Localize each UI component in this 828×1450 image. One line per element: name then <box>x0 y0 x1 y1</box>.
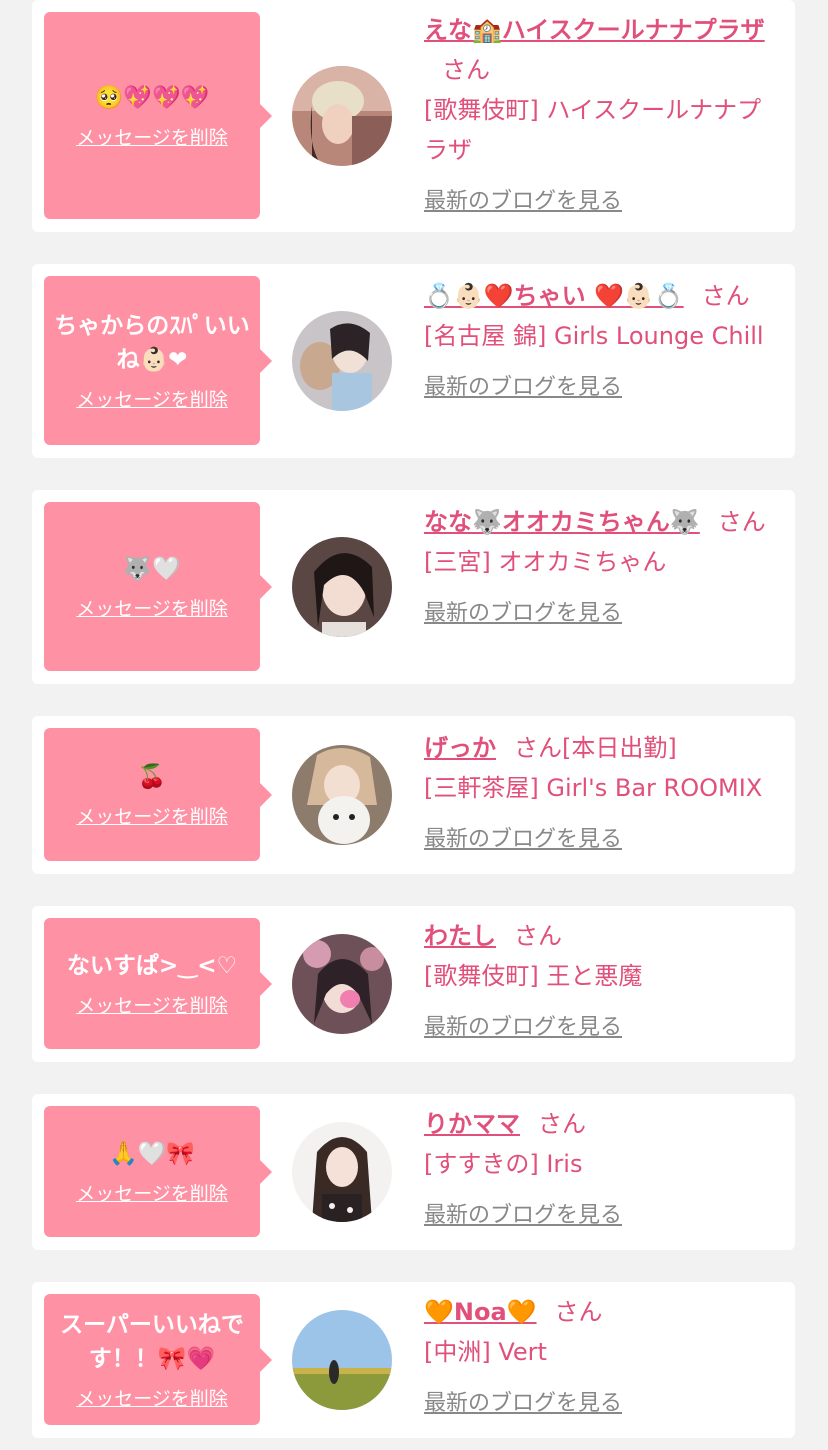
profile-info: 🧡Noa🧡 さん [中洲] Vert 最新のブログを見る <box>424 1292 784 1424</box>
message-bubble: 🐺🤍 メッセージを削除 <box>44 502 272 671</box>
shop-label: [歌舞伎町] 王と悪魔 <box>424 962 643 990</box>
latest-blog-link[interactable]: 最新のブログを見る <box>424 182 622 222</box>
shop-label: [三宮] オオカミちゃん <box>424 548 667 576</box>
message-text: 🙏🤍🎀 <box>109 1141 195 1167</box>
delete-message-link[interactable]: メッセージを削除 <box>76 802 228 829</box>
message-bubble: 🙏🤍🎀 メッセージを削除 <box>44 1106 272 1237</box>
honorific: さん <box>514 734 562 762</box>
profile-info: 💍👶🏻❤️ちゃい ❤️👶🏻💍 さん [名古屋 錦] Girls Lounge Ch… <box>424 276 784 408</box>
message-text: 🍒 <box>137 764 167 790</box>
honorific: さん <box>717 508 766 536</box>
profile-name-link[interactable]: 💍👶🏻❤️ちゃい ❤️👶🏻💍 <box>424 282 684 310</box>
profile-info: げっか さん[本日出勤] [三軒茶屋] Girl's Bar ROOMIX 最新の… <box>424 728 784 860</box>
avatar-photo-icon <box>292 537 392 637</box>
message-text: ちゃからのｽﾊﾟいいね👶🏻❤ <box>54 313 250 373</box>
profile-info: なな🐺オオカミちゃん🐺 さん [三宮] オオカミちゃん 最新のブログを見る <box>424 502 784 634</box>
delete-message-link[interactable]: メッセージを削除 <box>76 1179 228 1206</box>
latest-blog-link[interactable]: 最新のブログを見る <box>424 1384 622 1424</box>
avatar-photo-icon <box>292 1122 392 1222</box>
delete-message-link[interactable]: メッセージを削除 <box>76 594 228 621</box>
avatar[interactable] <box>292 311 392 411</box>
shop-label: [中洲] Vert <box>424 1338 547 1366</box>
message-card: 🙏🤍🎀 メッセージを削除 りかママ さん [すすきの] Iris 最新のブログを見… <box>32 1094 795 1250</box>
message-card: 🐺🤍 メッセージを削除 なな🐺オオカミちゃん🐺 さん [三宮] オオカミちゃん 最… <box>32 490 795 684</box>
message-bubble: ちゃからのｽﾊﾟいいね👶🏻❤ メッセージを削除 <box>44 276 272 445</box>
avatar-photo-icon <box>292 66 392 166</box>
honorific: さん <box>554 1298 603 1326</box>
message-card: スーパーいいねです！！🎀💗 メッセージを削除 🧡Noa🧡 さん [中洲] Vert… <box>32 1282 795 1438</box>
status-text: [本日出勤] <box>562 734 677 762</box>
message-bubble: スーパーいいねです！！🎀💗 メッセージを削除 <box>44 1294 272 1425</box>
delete-message-link[interactable]: メッセージを削除 <box>76 1384 228 1411</box>
shop-label: [すすきの] Iris <box>424 1150 583 1178</box>
message-text: スーパーいいねです！！🎀💗 <box>60 1312 244 1372</box>
message-card: ないすぱ>‿<♡ メッセージを削除 わたし さん [歌舞伎町] 王と悪魔 最新のブ… <box>32 906 795 1062</box>
avatar[interactable] <box>292 934 392 1034</box>
avatar-photo-icon <box>292 745 392 845</box>
honorific: さん <box>514 922 562 950</box>
avatar[interactable] <box>292 66 392 166</box>
avatar[interactable] <box>292 1310 392 1410</box>
avatar-photo-icon <box>292 934 392 1034</box>
shop-label: [三軒茶屋] Girl's Bar ROOMIX <box>424 774 763 802</box>
message-bubble: ないすぱ>‿<♡ メッセージを削除 <box>44 918 272 1049</box>
message-text: 🐺🤍 <box>123 556 181 582</box>
profile-name-link[interactable]: げっか <box>424 734 496 762</box>
latest-blog-link[interactable]: 最新のブログを見る <box>424 1196 622 1236</box>
delete-message-link[interactable]: メッセージを削除 <box>76 991 228 1018</box>
profile-name-link[interactable]: わたし <box>424 922 496 950</box>
message-card: ちゃからのｽﾊﾟいいね👶🏻❤ メッセージを削除 💍👶🏻❤️ちゃい ❤️👶🏻💍 さん… <box>32 264 795 458</box>
avatar-photo-icon <box>292 1310 392 1410</box>
message-text: 🥺💖💖💖 <box>94 85 210 111</box>
latest-blog-link[interactable]: 最新のブログを見る <box>424 368 622 408</box>
profile-info: えな🏫ハイスクールナナプラザさん [歌舞伎町] ハイスクールナナプラザ 最新のブ… <box>424 10 784 222</box>
profile-name-link[interactable]: なな🐺オオカミちゃん🐺 <box>424 508 700 536</box>
profile-name-link[interactable]: えな🏫ハイスクールナナプラザ <box>424 16 765 44</box>
honorific: さん <box>701 282 750 310</box>
profile-name-link[interactable]: りかママ <box>424 1110 520 1138</box>
message-card: 🥺💖💖💖 メッセージを削除 えな🏫ハイスクールナナプラザさん [歌舞伎町] ハイ… <box>32 0 795 232</box>
latest-blog-link[interactable]: 最新のブログを見る <box>424 594 622 634</box>
delete-message-link[interactable]: メッセージを削除 <box>76 385 228 412</box>
avatar[interactable] <box>292 537 392 637</box>
avatar-photo-icon <box>292 311 392 411</box>
avatar[interactable] <box>292 745 392 845</box>
profile-name-link[interactable]: 🧡Noa🧡 <box>424 1298 537 1326</box>
latest-blog-link[interactable]: 最新のブログを見る <box>424 820 622 860</box>
honorific: さん <box>442 56 490 84</box>
message-bubble: 🍒 メッセージを削除 <box>44 728 272 861</box>
message-bubble: 🥺💖💖💖 メッセージを削除 <box>44 12 272 219</box>
delete-message-link[interactable]: メッセージを削除 <box>76 123 228 150</box>
like-message-feed: 🥺💖💖💖 メッセージを削除 えな🏫ハイスクールナナプラザさん [歌舞伎町] ハイ… <box>0 0 828 1450</box>
profile-info: わたし さん [歌舞伎町] 王と悪魔 最新のブログを見る <box>424 916 784 1048</box>
profile-info: りかママ さん [すすきの] Iris 最新のブログを見る <box>424 1104 784 1236</box>
honorific: さん <box>538 1110 586 1138</box>
shop-label: [名古屋 錦] Girls Lounge Chill <box>424 322 764 350</box>
message-card: 🍒 メッセージを削除 げっか さん[本日出勤] [三軒茶屋] Girl's Bar… <box>32 716 795 874</box>
avatar[interactable] <box>292 1122 392 1222</box>
shop-label: [歌舞伎町] ハイスクールナナプラザ <box>424 96 762 164</box>
message-text: ないすぱ>‿<♡ <box>66 953 238 979</box>
latest-blog-link[interactable]: 最新のブログを見る <box>424 1008 622 1048</box>
